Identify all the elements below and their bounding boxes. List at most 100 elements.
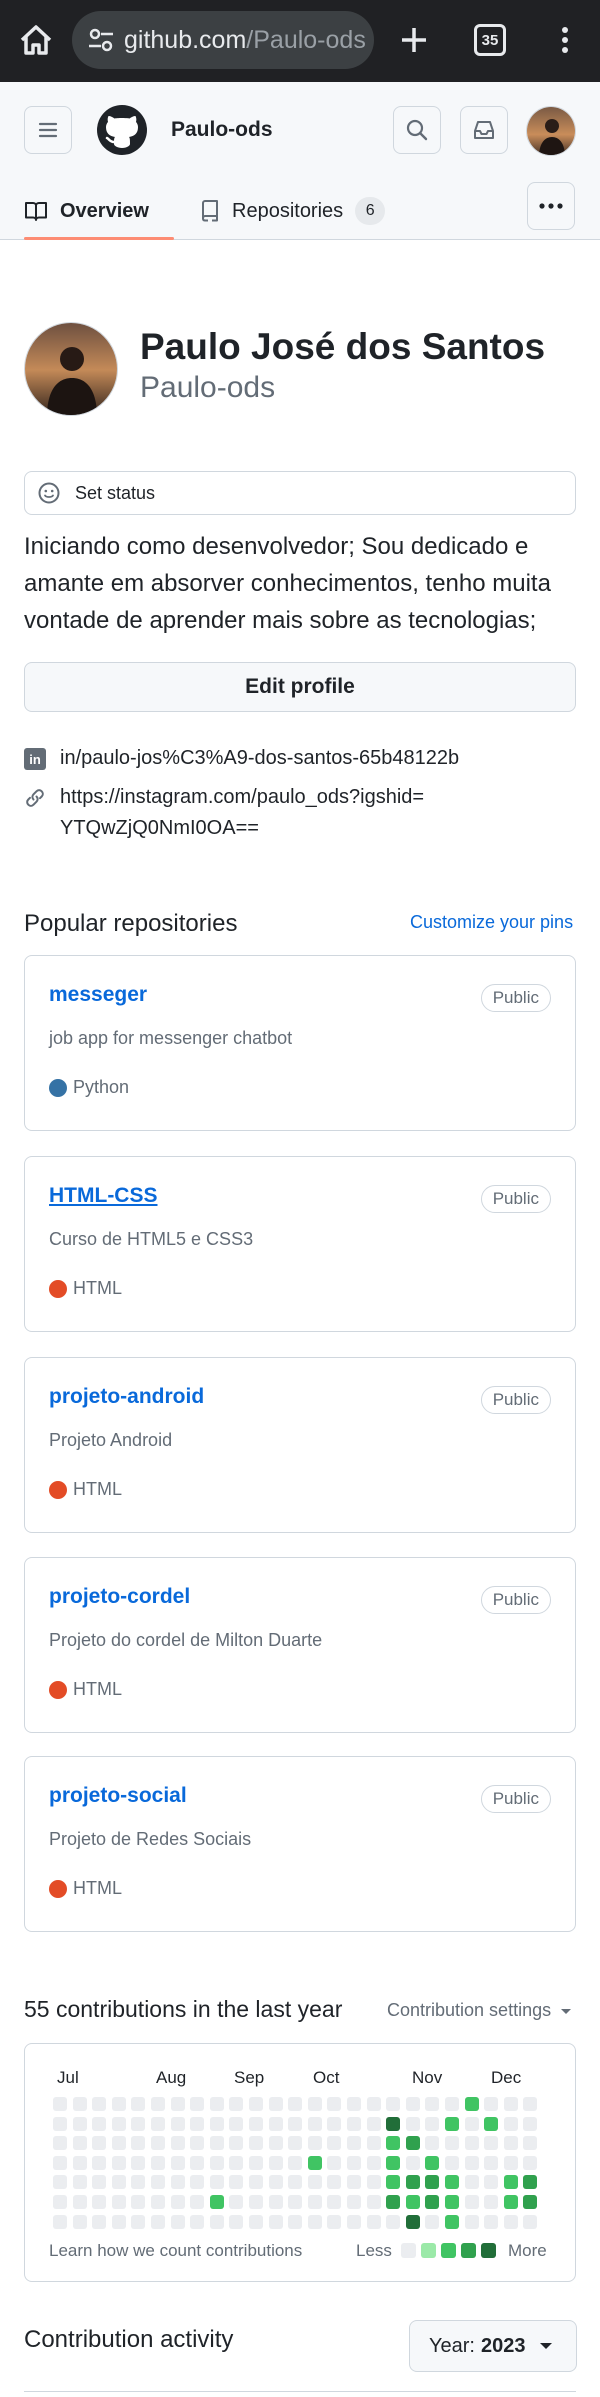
contribution-day-cell[interactable] (405, 2175, 420, 2190)
contribution-day-cell[interactable] (464, 2195, 479, 2209)
contribution-day-cell[interactable] (347, 2195, 361, 2209)
contribution-day-cell[interactable] (170, 2195, 185, 2209)
contribution-day-cell[interactable] (209, 2136, 224, 2151)
contribution-day-cell[interactable] (523, 2116, 538, 2131)
contribution-day-cell[interactable] (131, 2097, 146, 2111)
contribution-day-cell[interactable] (405, 2116, 420, 2131)
contribution-day-cell[interactable] (268, 2195, 283, 2209)
repo-name-link[interactable]: messeger (49, 983, 147, 1007)
contribution-day-cell[interactable] (366, 2136, 381, 2151)
contribution-day-cell[interactable] (425, 2214, 440, 2229)
contribution-day-cell[interactable] (503, 2136, 518, 2151)
contribution-day-cell[interactable] (111, 2136, 126, 2151)
profile-avatar[interactable] (24, 322, 118, 416)
contribution-day-cell[interactable] (72, 2195, 87, 2209)
contribution-day-cell[interactable] (151, 2195, 165, 2209)
contribution-day-cell[interactable] (268, 2155, 283, 2170)
contribution-day-cell[interactable] (249, 2175, 263, 2190)
contribution-day-cell[interactable] (249, 2214, 263, 2229)
contribution-day-cell[interactable] (288, 2155, 303, 2170)
repo-name-link[interactable]: projeto-social (49, 1784, 187, 1808)
contribution-day-cell[interactable] (131, 2195, 146, 2209)
contribution-day-cell[interactable] (484, 2136, 499, 2151)
contribution-day-cell[interactable] (151, 2136, 165, 2151)
contribution-day-cell[interactable] (503, 2097, 518, 2111)
contribution-day-cell[interactable] (249, 2136, 263, 2151)
header-username[interactable]: Paulo-ods (171, 118, 273, 142)
contribution-day-cell[interactable] (484, 2097, 499, 2111)
contribution-day-cell[interactable] (386, 2155, 401, 2170)
contribution-day-cell[interactable] (307, 2175, 322, 2190)
repo-name-link[interactable]: HTML-CSS (49, 1184, 158, 1208)
contribution-day-cell[interactable] (72, 2136, 87, 2151)
repo-name-link[interactable]: projeto-cordel (49, 1585, 190, 1609)
contribution-day-cell[interactable] (445, 2097, 459, 2111)
tab-repositories[interactable]: Repositories 6 (200, 182, 386, 240)
contribution-day-cell[interactable] (111, 2195, 126, 2209)
contribution-day-cell[interactable] (523, 2195, 538, 2209)
contribution-day-cell[interactable] (347, 2136, 361, 2151)
contribution-day-cell[interactable] (288, 2214, 303, 2229)
contribution-day-cell[interactable] (327, 2116, 342, 2131)
contribution-day-cell[interactable] (425, 2195, 440, 2209)
contribution-day-cell[interactable] (111, 2155, 126, 2170)
contribution-day-cell[interactable] (445, 2136, 459, 2151)
contribution-day-cell[interactable] (523, 2136, 538, 2151)
contribution-day-cell[interactable] (327, 2097, 342, 2111)
contribution-day-cell[interactable] (268, 2175, 283, 2190)
contribution-day-cell[interactable] (484, 2155, 499, 2170)
contribution-day-cell[interactable] (445, 2195, 459, 2209)
home-icon[interactable] (14, 20, 58, 60)
contribution-day-cell[interactable] (72, 2175, 87, 2190)
contribution-day-cell[interactable] (151, 2097, 165, 2111)
contribution-day-cell[interactable] (92, 2155, 107, 2170)
contribution-day-cell[interactable] (366, 2175, 381, 2190)
linkedin-link[interactable]: in/paulo-jos%C3%A9-dos-santos-65b48122b (60, 743, 540, 774)
contribution-day-cell[interactable] (307, 2116, 322, 2131)
contribution-day-cell[interactable] (464, 2175, 479, 2190)
contribution-day-cell[interactable] (405, 2195, 420, 2209)
contribution-day-cell[interactable] (484, 2195, 499, 2209)
contribution-day-cell[interactable] (111, 2175, 126, 2190)
contribution-day-cell[interactable] (92, 2195, 107, 2209)
contribution-day-cell[interactable] (92, 2097, 107, 2111)
contribution-day-cell[interactable] (53, 2155, 67, 2170)
repo-name-link[interactable]: projeto-android (49, 1385, 204, 1409)
contribution-day-cell[interactable] (464, 2214, 479, 2229)
menu-button[interactable] (24, 106, 72, 154)
contribution-day-cell[interactable] (327, 2175, 342, 2190)
contribution-day-cell[interactable] (249, 2097, 263, 2111)
contribution-day-cell[interactable] (347, 2175, 361, 2190)
contribution-day-cell[interactable] (190, 2175, 205, 2190)
customize-pins-link[interactable]: Customize your pins (410, 912, 573, 933)
contribution-day-cell[interactable] (170, 2136, 185, 2151)
contribution-day-cell[interactable] (111, 2214, 126, 2229)
contribution-day-cell[interactable] (170, 2175, 185, 2190)
contribution-day-cell[interactable] (307, 2136, 322, 2151)
year-select-button[interactable]: Year: 2023 (409, 2320, 577, 2372)
contribution-day-cell[interactable] (386, 2116, 401, 2131)
inbox-button[interactable] (460, 106, 508, 154)
new-tab-icon[interactable] (392, 20, 436, 60)
contribution-day-cell[interactable] (190, 2214, 205, 2229)
contribution-day-cell[interactable] (425, 2097, 440, 2111)
search-button[interactable] (393, 106, 441, 154)
contribution-day-cell[interactable] (131, 2136, 146, 2151)
contribution-day-cell[interactable] (445, 2155, 459, 2170)
contribution-day-cell[interactable] (190, 2155, 205, 2170)
contribution-day-cell[interactable] (523, 2214, 538, 2229)
contribution-day-cell[interactable] (425, 2175, 440, 2190)
contribution-day-cell[interactable] (72, 2097, 87, 2111)
contribution-day-cell[interactable] (366, 2195, 381, 2209)
contribution-day-cell[interactable] (386, 2097, 401, 2111)
contribution-day-cell[interactable] (327, 2136, 342, 2151)
contribution-day-cell[interactable] (484, 2175, 499, 2190)
contribution-day-cell[interactable] (484, 2116, 499, 2131)
browser-menu-icon[interactable] (550, 20, 580, 60)
contribution-day-cell[interactable] (249, 2155, 263, 2170)
contribution-day-cell[interactable] (307, 2195, 322, 2209)
contribution-day-cell[interactable] (366, 2097, 381, 2111)
contribution-day-cell[interactable] (190, 2195, 205, 2209)
contribution-day-cell[interactable] (464, 2155, 479, 2170)
contribution-day-cell[interactable] (523, 2175, 538, 2190)
